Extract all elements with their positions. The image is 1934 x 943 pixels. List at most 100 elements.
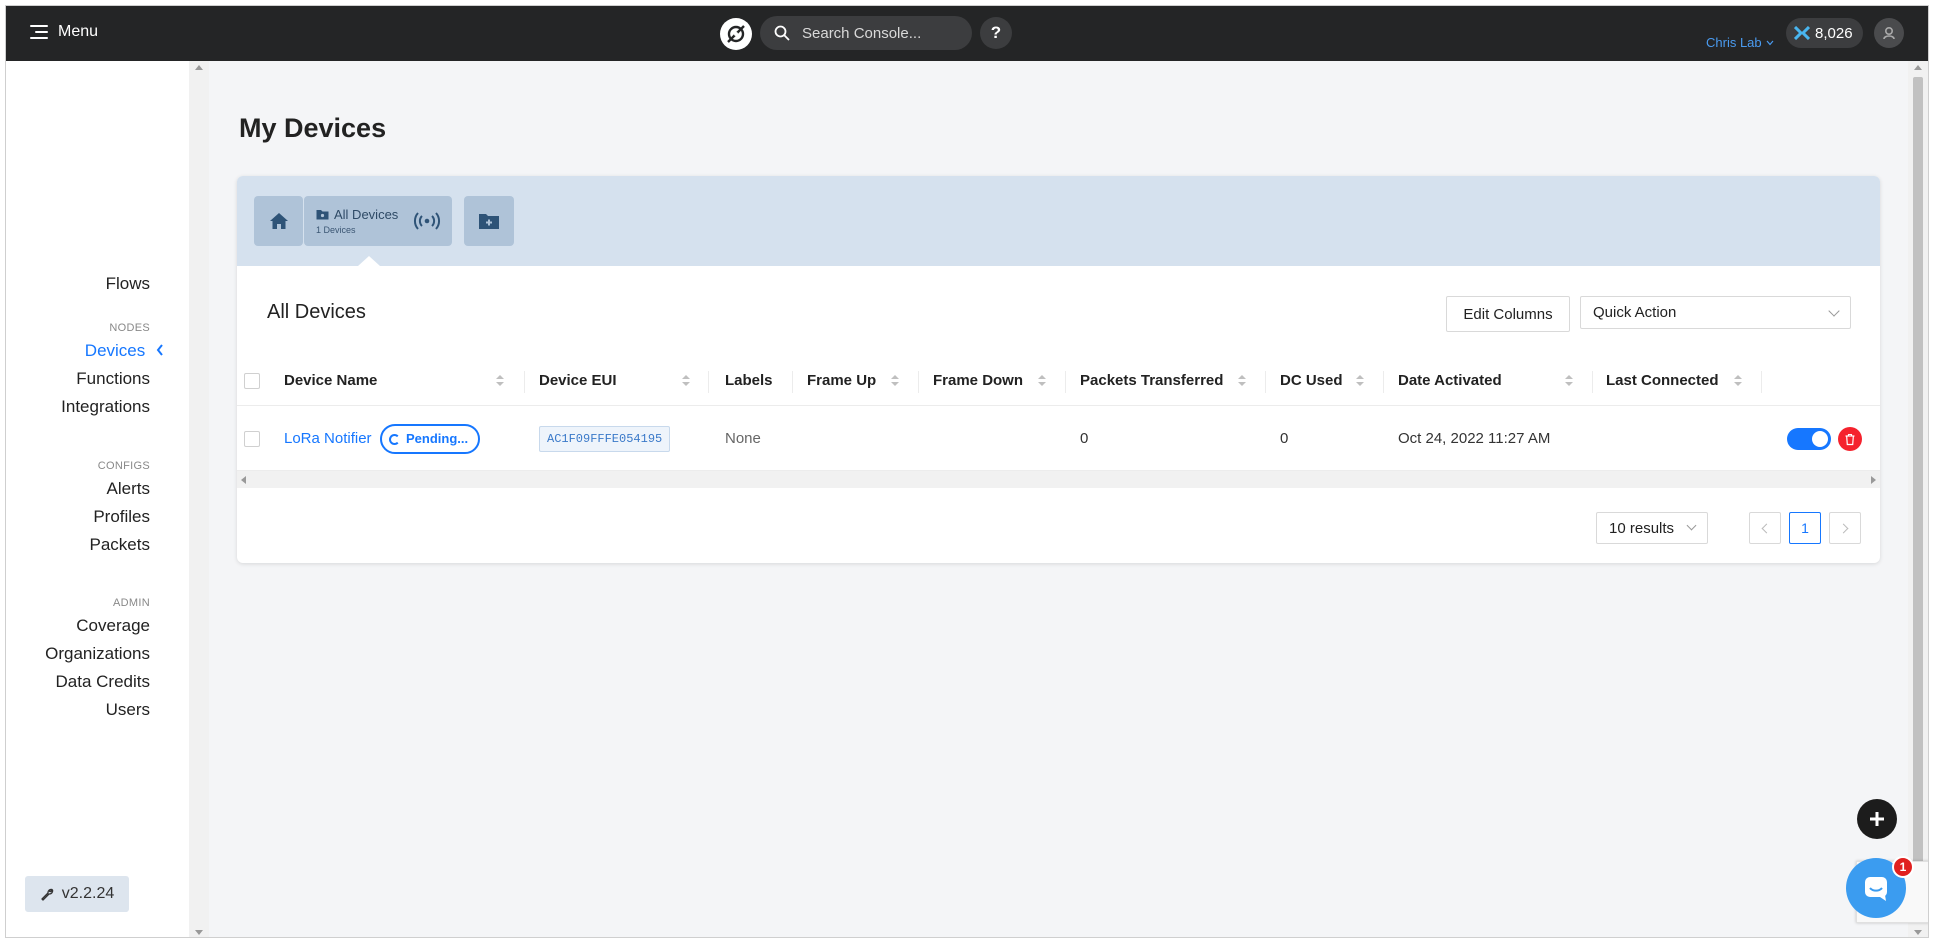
quick-action-label: Quick Action bbox=[1593, 304, 1677, 321]
search-icon bbox=[774, 25, 790, 41]
chat-icon bbox=[1865, 877, 1887, 901]
devices-toolbar: All Devices 1 Devices bbox=[237, 176, 1880, 266]
nav-group-admin: ADMIN Coverage Organizations Data Credit… bbox=[6, 594, 150, 724]
device-active-toggle[interactable] bbox=[1787, 428, 1831, 450]
dc-balance: 8,026 bbox=[1815, 24, 1853, 42]
sidebar-item-packets[interactable]: Packets bbox=[6, 531, 150, 559]
menu-icon bbox=[30, 25, 48, 39]
chevron-down-icon bbox=[1828, 305, 1840, 317]
sort-icon[interactable] bbox=[1238, 375, 1246, 387]
prev-page-button[interactable] bbox=[1749, 512, 1781, 544]
sidebar-item-devices[interactable]: Devices bbox=[6, 337, 163, 365]
folder-icon bbox=[316, 210, 329, 220]
version-badge[interactable]: v2.2.24 bbox=[25, 876, 129, 912]
labels-cell: None bbox=[725, 430, 761, 447]
sidebar-scrollbar[interactable] bbox=[189, 61, 209, 937]
plus-icon bbox=[1870, 812, 1884, 826]
all-devices-button[interactable]: All Devices 1 Devices bbox=[304, 196, 414, 246]
broadcast-button[interactable] bbox=[402, 196, 452, 246]
nav-group-nodes: NODES Devices Functions Integrations bbox=[6, 319, 163, 421]
data-credits-badge[interactable]: 8,026 bbox=[1786, 18, 1863, 48]
help-button[interactable]: ? bbox=[980, 17, 1012, 49]
table-horizontal-scrollbar[interactable] bbox=[237, 471, 1880, 488]
org-name: Chris Lab bbox=[1706, 35, 1762, 50]
status-label: Pending... bbox=[406, 431, 469, 446]
sort-icon[interactable] bbox=[496, 375, 504, 387]
column-header-device-name[interactable]: Device Name bbox=[284, 356, 377, 406]
table-row[interactable]: LoRa Notifier Pending... AC1F09FFFE05419… bbox=[237, 407, 1880, 471]
select-all-checkbox[interactable] bbox=[244, 373, 260, 389]
search-input[interactable] bbox=[802, 24, 952, 42]
home-button[interactable] bbox=[254, 196, 303, 246]
device-eui-tag[interactable]: AC1F09FFFE054195 bbox=[539, 426, 671, 452]
delete-device-button[interactable] bbox=[1838, 427, 1862, 451]
row-checkbox[interactable] bbox=[244, 431, 260, 447]
avatar[interactable] bbox=[1874, 18, 1904, 48]
edit-columns-button[interactable]: Edit Columns bbox=[1446, 296, 1570, 332]
sidebar-item-profiles[interactable]: Profiles bbox=[6, 503, 150, 531]
sort-icon[interactable] bbox=[891, 375, 899, 387]
page-size-select[interactable]: 10 results bbox=[1596, 512, 1708, 544]
column-header-dc-used[interactable]: DC Used bbox=[1280, 356, 1343, 406]
add-folder-button[interactable] bbox=[464, 196, 514, 246]
version-label: v2.2.24 bbox=[61, 885, 115, 902]
page-scrollbar[interactable] bbox=[1908, 61, 1928, 937]
menu-label: Menu bbox=[58, 23, 99, 40]
chevron-down-icon bbox=[1766, 40, 1774, 45]
search-bar[interactable] bbox=[760, 16, 972, 50]
sidebar-item-integrations[interactable]: Integrations bbox=[6, 393, 150, 421]
page-title: My Devices bbox=[239, 113, 387, 143]
menu-button[interactable]: Menu bbox=[30, 23, 98, 41]
column-header-frame-down[interactable]: Frame Down bbox=[933, 356, 1023, 406]
sort-icon[interactable] bbox=[682, 375, 690, 387]
main-content: My Devices All Devices 1 Devices All Dev… bbox=[209, 61, 1908, 937]
nav-heading-configs: CONFIGS bbox=[97, 460, 150, 472]
table-header: Device Name Device EUI Labels Frame Up F… bbox=[237, 356, 1880, 406]
nav-heading-nodes: NODES bbox=[109, 322, 150, 334]
sidebar-item-users[interactable]: Users bbox=[6, 696, 150, 724]
page-1-button[interactable]: 1 bbox=[1789, 512, 1821, 544]
quick-action-select[interactable]: Quick Action bbox=[1580, 296, 1851, 329]
broadcast-icon bbox=[414, 212, 440, 230]
scrollbar-thumb[interactable] bbox=[1913, 77, 1923, 877]
sort-icon[interactable] bbox=[1356, 375, 1364, 387]
helium-logo-icon[interactable] bbox=[720, 18, 752, 50]
device-name-link[interactable]: LoRa Notifier bbox=[284, 407, 372, 471]
sidebar-item-data-credits[interactable]: Data Credits bbox=[6, 668, 150, 696]
sort-icon[interactable] bbox=[1565, 375, 1573, 387]
status-badge: Pending... bbox=[380, 424, 481, 454]
user-icon bbox=[1883, 26, 1895, 40]
all-devices-label: All Devices bbox=[334, 207, 399, 222]
sort-icon[interactable] bbox=[1734, 375, 1742, 387]
home-icon bbox=[269, 213, 288, 229]
chat-notification-badge: 1 bbox=[1892, 856, 1914, 878]
top-bar: Menu ? Chris Lab 8,0 bbox=[6, 6, 1928, 61]
sort-icon[interactable] bbox=[1038, 375, 1046, 387]
column-header-date-activated[interactable]: Date Activated bbox=[1398, 356, 1502, 406]
date-activated-cell: Oct 24, 2022 11:27 AM bbox=[1398, 430, 1551, 447]
sidebar-item-label: Devices bbox=[84, 341, 146, 360]
active-tab-pointer bbox=[358, 256, 380, 266]
app-window: Menu ? Chris Lab 8,0 bbox=[5, 5, 1929, 938]
sidebar-item-coverage[interactable]: Coverage bbox=[6, 612, 150, 640]
add-button[interactable] bbox=[1857, 799, 1897, 839]
column-header-last-connected[interactable]: Last Connected bbox=[1606, 356, 1719, 406]
sidebar-item-flows[interactable]: Flows bbox=[6, 270, 150, 298]
column-header-labels: Labels bbox=[725, 372, 773, 389]
chevron-left-icon bbox=[1761, 523, 1772, 533]
sidebar-item-alerts[interactable]: Alerts bbox=[6, 475, 150, 503]
sidebar-item-functions[interactable]: Functions bbox=[6, 365, 150, 393]
folder-plus-icon bbox=[479, 214, 499, 229]
next-page-button[interactable] bbox=[1829, 512, 1861, 544]
column-header-packets-transferred[interactable]: Packets Transferred bbox=[1080, 356, 1223, 406]
data-credits-icon bbox=[1794, 26, 1810, 40]
org-switcher[interactable]: Chris Lab bbox=[1706, 35, 1774, 50]
devices-card: All Devices 1 Devices All Devices Edit C… bbox=[237, 176, 1880, 563]
loading-spinner-icon bbox=[389, 434, 400, 445]
sidebar: Flows NODES Devices Functions Integratio… bbox=[6, 61, 189, 937]
column-header-frame-up[interactable]: Frame Up bbox=[807, 356, 876, 406]
chevron-down-icon bbox=[1686, 520, 1697, 531]
column-header-device-eui[interactable]: Device EUI bbox=[539, 356, 617, 406]
packets-transferred-cell: 0 bbox=[1080, 430, 1089, 447]
sidebar-item-organizations[interactable]: Organizations bbox=[6, 640, 150, 668]
